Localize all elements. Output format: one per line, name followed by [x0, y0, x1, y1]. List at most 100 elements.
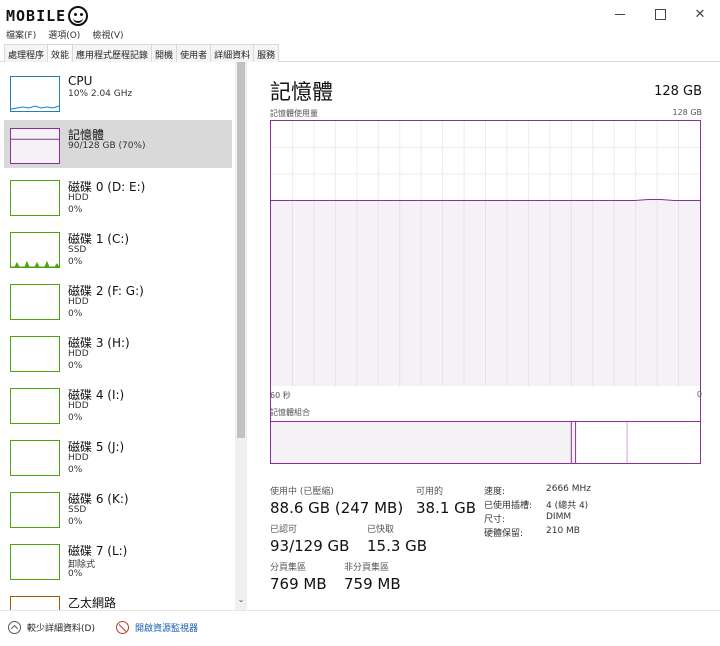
stat-cached-label: 已快取	[367, 525, 395, 535]
resource-subtitle: HDD	[68, 401, 89, 411]
spec-slots-key: 已使用插槽:	[484, 501, 533, 511]
memory-composition-svg	[271, 422, 628, 463]
tab-processes[interactable]: 處理程序	[4, 44, 49, 62]
resource-thumbnail	[10, 76, 60, 112]
spec-speed-value: 2666 MHz	[546, 484, 592, 494]
resource-thumbnail-graph	[11, 389, 59, 423]
resource-item[interactable]: 磁碟 3 (H:) HDD 0%	[4, 328, 232, 376]
stat-paged-pool: 分頁集區 769 MB	[270, 560, 327, 593]
stat-in-use-value: 88.6 GB (247 MB)	[270, 499, 404, 517]
scrollbar-thumb[interactable]	[237, 62, 245, 438]
stat-nonpaged-pool-value: 759 MB	[344, 575, 401, 593]
resource-thumbnail	[10, 128, 60, 164]
tab-services[interactable]: 服務	[253, 44, 280, 62]
menu-bar: 檔案(F) 選項(O) 檢視(V)	[0, 28, 130, 44]
memory-composition-label: 記憶體組合	[270, 408, 310, 417]
open-resource-monitor-link[interactable]: 開啟資源監視器	[116, 621, 198, 634]
resource-thumbnail-graph	[11, 441, 59, 475]
resource-thumbnail	[10, 284, 60, 320]
resource-subtitle: SSD	[68, 245, 87, 255]
resource-subtitle: HDD	[68, 193, 89, 203]
resource-item[interactable]: CPU 10% 2.04 GHz	[4, 68, 232, 116]
page-title: 記憶體	[270, 80, 333, 104]
resource-subtitle: HDD	[68, 453, 89, 463]
resource-thumbnail-graph	[11, 138, 59, 140]
resource-usage: 0%	[68, 309, 83, 319]
resource-usage: 0%	[68, 361, 83, 371]
memory-usage-graph-svg	[271, 121, 700, 386]
stat-committed-value: 93/129 GB	[270, 537, 350, 555]
resource-thumbnail-graph	[11, 260, 59, 267]
resource-subtitle: HDD	[68, 349, 89, 359]
spec-slots-value: 4 (總共 4)	[546, 501, 589, 511]
resource-item[interactable]: 磁碟 6 (K:) SSD 0%	[4, 484, 232, 532]
resource-usage: 0%	[68, 517, 83, 527]
resource-item[interactable]: 磁碟 2 (F: G:) HDD 0%	[4, 276, 232, 324]
resource-item[interactable]: 磁碟 4 (I:) HDD 0%	[4, 380, 232, 428]
resource-thumbnail-graph	[11, 337, 59, 371]
resource-thumbnail	[10, 388, 60, 424]
resource-thumbnail	[10, 440, 60, 476]
stat-committed-label: 已認可	[270, 525, 298, 535]
stat-paged-pool-label: 分頁集區	[270, 563, 307, 573]
memory-total: 128 GB	[654, 84, 702, 99]
memory-composition-bar	[270, 421, 701, 464]
menu-file[interactable]: 檔案(F)	[0, 28, 42, 44]
composition-modified	[571, 422, 576, 463]
resource-thumbnail-graph	[11, 493, 59, 527]
resource-usage: 0%	[68, 205, 83, 215]
open-resource-monitor-label: 開啟資源監視器	[135, 624, 199, 634]
resource-thumbnail	[10, 336, 60, 372]
resource-name: CPU	[68, 74, 93, 88]
resource-name: 乙太網路	[68, 596, 117, 610]
tab-details[interactable]: 詳細資料	[210, 44, 255, 62]
resource-item[interactable]: 記憶體 90/128 GB (70%)	[4, 120, 232, 168]
stat-in-use: 使用中 (已壓縮) 88.6 GB (247 MB)	[270, 484, 403, 517]
resource-item[interactable]: 磁碟 5 (J:) HDD 0%	[4, 432, 232, 480]
tab-users[interactable]: 使用者	[176, 44, 212, 62]
tab-performance[interactable]: 效能	[47, 44, 74, 63]
stat-available-label: 可用的	[416, 487, 444, 497]
bottom-bar: 較少詳細資料(D) 開啟資源監視器	[0, 610, 720, 646]
maximize-button[interactable]	[640, 0, 680, 28]
resource-thumbnail-graph	[11, 105, 59, 110]
disk-thumbnail-activity	[11, 260, 59, 267]
resource-thumbnail-graph	[11, 181, 59, 215]
minimize-button[interactable]	[600, 0, 640, 28]
spec-speed-key: 速度:	[484, 487, 506, 497]
memory-usage-label: 記憶體使用量	[270, 109, 318, 118]
resource-item[interactable]: 磁碟 1 (C:) SSD 0%	[4, 224, 232, 272]
spec-form-factor-key: 尺寸:	[484, 515, 506, 525]
fewer-details-button[interactable]: 較少詳細資料(D)	[8, 621, 95, 634]
resource-item[interactable]: 磁碟 0 (D: E:) HDD 0%	[4, 172, 232, 220]
logo-face-icon	[68, 6, 89, 26]
resource-list-scrollbar[interactable]: ⌄	[235, 62, 247, 610]
resource-thumbnail	[10, 544, 60, 580]
resource-subtitle: HDD	[68, 297, 89, 307]
spec-hardware-reserved-key: 硬體保留:	[484, 529, 524, 539]
resource-subtitle: 90/128 GB (70%)	[68, 141, 146, 151]
resource-monitor-icon	[116, 621, 129, 634]
menu-view[interactable]: 檢視(V)	[86, 28, 129, 44]
mobile01-logo: MOBILE	[6, 4, 89, 28]
resource-item[interactable]: 磁碟 7 (L:) 卸除式 0%	[4, 536, 232, 584]
memory-detail-panel: 記憶體 128 GB 記憶體使用量 128 GB 60 秒 0 記憶體組合 使用…	[250, 62, 720, 610]
stat-nonpaged-pool-label: 非分頁集區	[344, 563, 390, 573]
chevron-up-icon	[8, 621, 21, 634]
resource-subtitle: 10% 2.04 GHz	[68, 89, 133, 99]
memory-usage-max: 128 GB	[672, 108, 703, 117]
resource-thumbnail	[10, 180, 60, 216]
resource-thumbnail-graph	[11, 545, 59, 579]
graph-axis-right: 0	[696, 390, 702, 399]
tab-app-history[interactable]: 應用程式歷程記錄	[72, 44, 153, 62]
close-button[interactable]: ✕	[680, 0, 720, 28]
stat-committed: 已認可 93/129 GB	[270, 522, 349, 555]
menu-options[interactable]: 選項(O)	[42, 28, 86, 44]
resource-usage: 0%	[68, 569, 83, 579]
stat-cached: 已快取 15.3 GB	[367, 522, 427, 555]
resource-list: CPU 10% 2.04 GHz 記憶體 90/128 GB (70%) 磁碟 0 (D…	[0, 62, 250, 632]
stat-available: 可用的 38.1 GB	[416, 484, 476, 517]
resource-usage: 0%	[68, 413, 83, 423]
tab-startup[interactable]: 開機	[151, 44, 178, 62]
scroll-down-arrow-icon[interactable]: ⌄	[235, 594, 247, 606]
